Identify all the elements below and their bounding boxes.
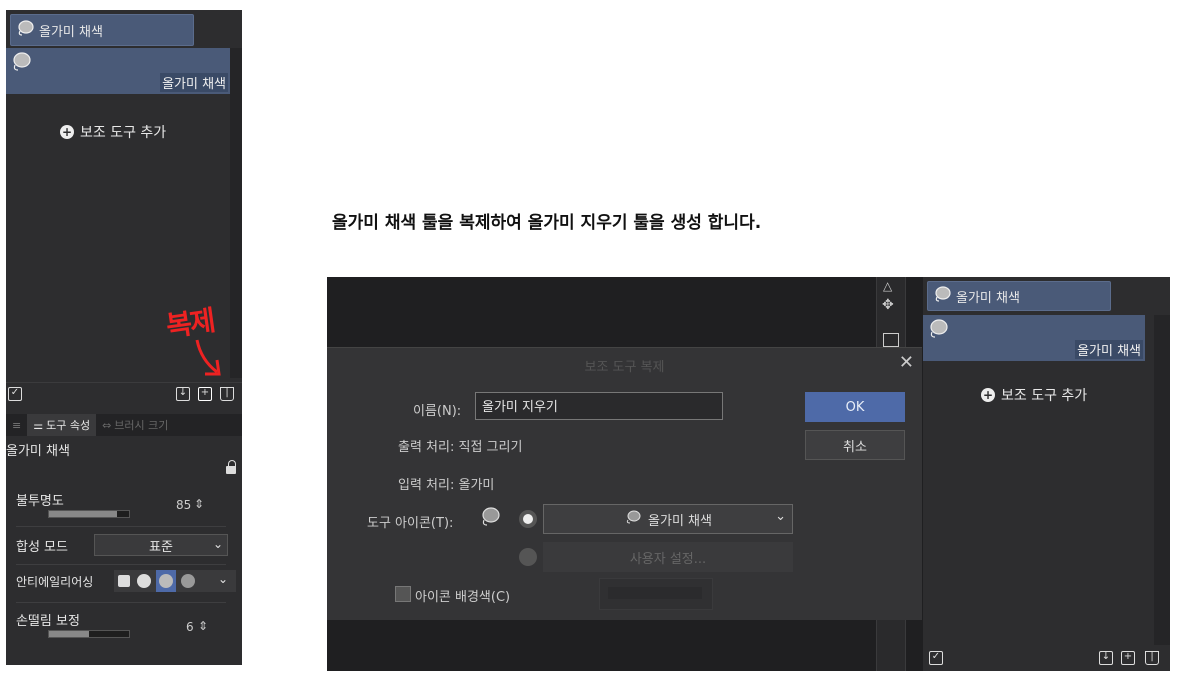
subtool-item-label: 올가미 채색 — [160, 73, 228, 92]
stabilization-slider-fill — [49, 631, 89, 637]
blend-mode-label: 합성 모드 — [16, 540, 68, 555]
chevron-down-icon: ⌄ — [212, 537, 223, 551]
instruction-text: 올가미 채색 툴을 복제하여 올가미 지우기 툴을 생성 합니다. — [332, 213, 762, 233]
antialias-medium-button[interactable] — [156, 570, 176, 592]
icon-select-value: 올가미 채색 — [648, 513, 712, 529]
subtool-group-label: 올가미 채색 — [39, 24, 103, 40]
antialias-strong-button[interactable] — [178, 570, 198, 592]
icon-preset-radio[interactable] — [519, 510, 537, 528]
dialog-title: 보조 도구 복제 — [584, 360, 665, 375]
chevron-down-icon: ⌄ — [775, 509, 786, 524]
custom-icon-button[interactable]: 사용자 설정... — [543, 542, 793, 572]
property-tabs: ≡ ⚌ 도구 속성 ⇔ 브러시 크기 — [6, 414, 242, 436]
antialias-selector[interactable]: ⌄ — [114, 570, 236, 592]
subtool-scrollbar[interactable] — [1154, 315, 1170, 645]
lock-icon[interactable] — [226, 460, 236, 474]
antialias-label: 안티에일리어싱 — [16, 575, 94, 589]
subtool-group-tab[interactable]: 올가미 채색 — [10, 14, 194, 46]
plus-icon: + — [60, 125, 74, 139]
annotation-arrow-icon — [195, 339, 221, 376]
icon-bg-color-checkbox[interactable] — [395, 586, 411, 602]
icon-custom-radio[interactable] — [519, 548, 537, 566]
subtool-scrollbar[interactable] — [230, 48, 242, 378]
lasso-fill-icon — [927, 319, 949, 343]
divider — [16, 602, 226, 603]
tool-name: 올가미 채색 — [6, 444, 70, 459]
lasso-fill-icon — [10, 52, 32, 76]
subtool-panel-right: 올가미 채색 올가미 채색 + 보조 도구 추가 ✓ ↓ + | — [923, 277, 1170, 671]
lasso-fill-icon — [932, 285, 952, 307]
opacity-value[interactable]: 85 — [176, 498, 191, 512]
tab-tool-property-label: 도구 속성 — [46, 419, 91, 432]
lasso-fill-icon — [15, 19, 35, 41]
settings-icon[interactable]: ✓ — [8, 387, 22, 401]
tab-tool-property[interactable]: ⚌ 도구 속성 — [27, 414, 97, 436]
blend-mode-value: 표준 — [149, 539, 173, 555]
opacity-row: 불투명도 85 ⇕ — [16, 490, 226, 520]
app-screenshot: △ ✥ 올가미 채색 올가미 채색 + 보조 도구 추가 ✓ ↓ + | 보조 … — [327, 277, 1170, 671]
cancel-button[interactable]: 취소 — [805, 430, 905, 460]
chevron-down-icon[interactable]: ⌄ — [218, 572, 228, 586]
spinner-icon[interactable]: ⇕ — [198, 619, 208, 633]
add-subtool-button[interactable]: + 보조 도구 추가 — [60, 122, 166, 142]
save-to-initial-icon[interactable]: ↓ — [176, 387, 190, 401]
save-to-initial-icon[interactable]: ↓ — [1099, 651, 1113, 665]
stabilization-slider[interactable] — [48, 630, 130, 638]
duplicate-subtool-icon[interactable]: + — [198, 387, 212, 401]
custom-icon-label: 사용자 설정... — [629, 551, 707, 567]
menu-icon[interactable]: ≡ — [6, 419, 27, 432]
input-processing-label: 입력 처리: 올가미 — [398, 478, 495, 493]
opacity-slider-fill — [49, 511, 117, 517]
subtool-group-label: 올가미 채색 — [956, 290, 1020, 306]
move-icon[interactable]: ✥ — [882, 297, 894, 313]
lasso-fill-icon — [479, 506, 501, 532]
add-subtool-label: 보조 도구 추가 — [80, 125, 167, 141]
opacity-label: 불투명도 — [16, 494, 64, 509]
spinner-icon[interactable]: ⇕ — [194, 497, 204, 511]
blend-mode-select[interactable]: 표준 ⌄ — [94, 534, 228, 556]
name-input[interactable]: 올가미 지우기 — [475, 392, 723, 420]
tool-icon-label: 도구 아이콘(T): — [367, 516, 454, 531]
opacity-slider[interactable] — [48, 510, 130, 518]
add-subtool-button[interactable]: + 보조 도구 추가 — [981, 385, 1087, 405]
color-swatch-inner — [608, 587, 702, 599]
settings-icon[interactable]: ✓ — [929, 651, 943, 665]
close-icon[interactable]: ✕ — [899, 352, 914, 373]
tab-brush-size[interactable]: ⇔ 브러시 크기 — [96, 417, 174, 433]
name-label: 이름(N): — [413, 404, 462, 419]
trash-icon[interactable]: | — [1145, 651, 1159, 665]
triangle-icon[interactable]: △ — [883, 279, 892, 293]
subtool-group-tab[interactable]: 올가미 채색 — [927, 281, 1111, 311]
divider — [16, 564, 226, 565]
stabilization-label: 손떨림 보정 — [16, 614, 80, 629]
stabilization-row: 손떨림 보정 6 ⇕ — [16, 610, 226, 640]
tab-brush-size-label: 브러시 크기 — [114, 419, 169, 432]
duplicate-subtool-dialog: 보조 도구 복제 ✕ 이름(N): 올가미 지우기 출력 처리: 직접 그리기 … — [327, 347, 922, 620]
subtool-panel: 올가미 채색 올가미 채색 + 보조 도구 추가 복제 ✓ ↓ + | ≡ ⚌ … — [6, 10, 242, 665]
icon-bg-color-swatch[interactable] — [599, 578, 713, 610]
icon-bg-color-label: 아이콘 배경색(C) — [415, 590, 511, 605]
lasso-fill-icon — [624, 509, 642, 529]
subtool-toolbar: ✓ ↓ + | — [6, 382, 242, 407]
blend-mode-row: 합성 모드 표준 ⌄ — [16, 534, 228, 558]
frame-icon[interactable] — [883, 333, 899, 347]
antialias-row: 안티에일리어싱 ⌄ — [16, 570, 236, 594]
antialias-weak-button[interactable] — [134, 570, 154, 592]
brush-size-icon: ⇔ — [102, 418, 112, 432]
plus-icon: + — [981, 388, 995, 402]
divider — [16, 526, 226, 527]
add-subtool-label: 보조 도구 추가 — [1001, 388, 1088, 404]
subtool-item-lasso-fill[interactable]: 올가미 채색 — [923, 315, 1145, 361]
duplicate-subtool-icon[interactable]: + — [1121, 651, 1135, 665]
stabilization-value[interactable]: 6 — [186, 620, 194, 634]
subtool-toolbar: ✓ ↓ + | — [923, 647, 1170, 671]
subtool-item-label: 올가미 채색 — [1075, 340, 1143, 359]
icon-select[interactable]: 올가미 채색 ⌄ — [543, 504, 793, 534]
trash-icon[interactable]: | — [220, 387, 234, 401]
antialias-none-button[interactable] — [114, 570, 134, 592]
ok-button[interactable]: OK — [805, 392, 905, 422]
slider-settings-icon: ⚌ — [33, 418, 44, 432]
output-processing-label: 출력 처리: 직접 그리기 — [398, 440, 523, 455]
subtool-item-lasso-fill[interactable]: 올가미 채색 — [6, 48, 230, 94]
